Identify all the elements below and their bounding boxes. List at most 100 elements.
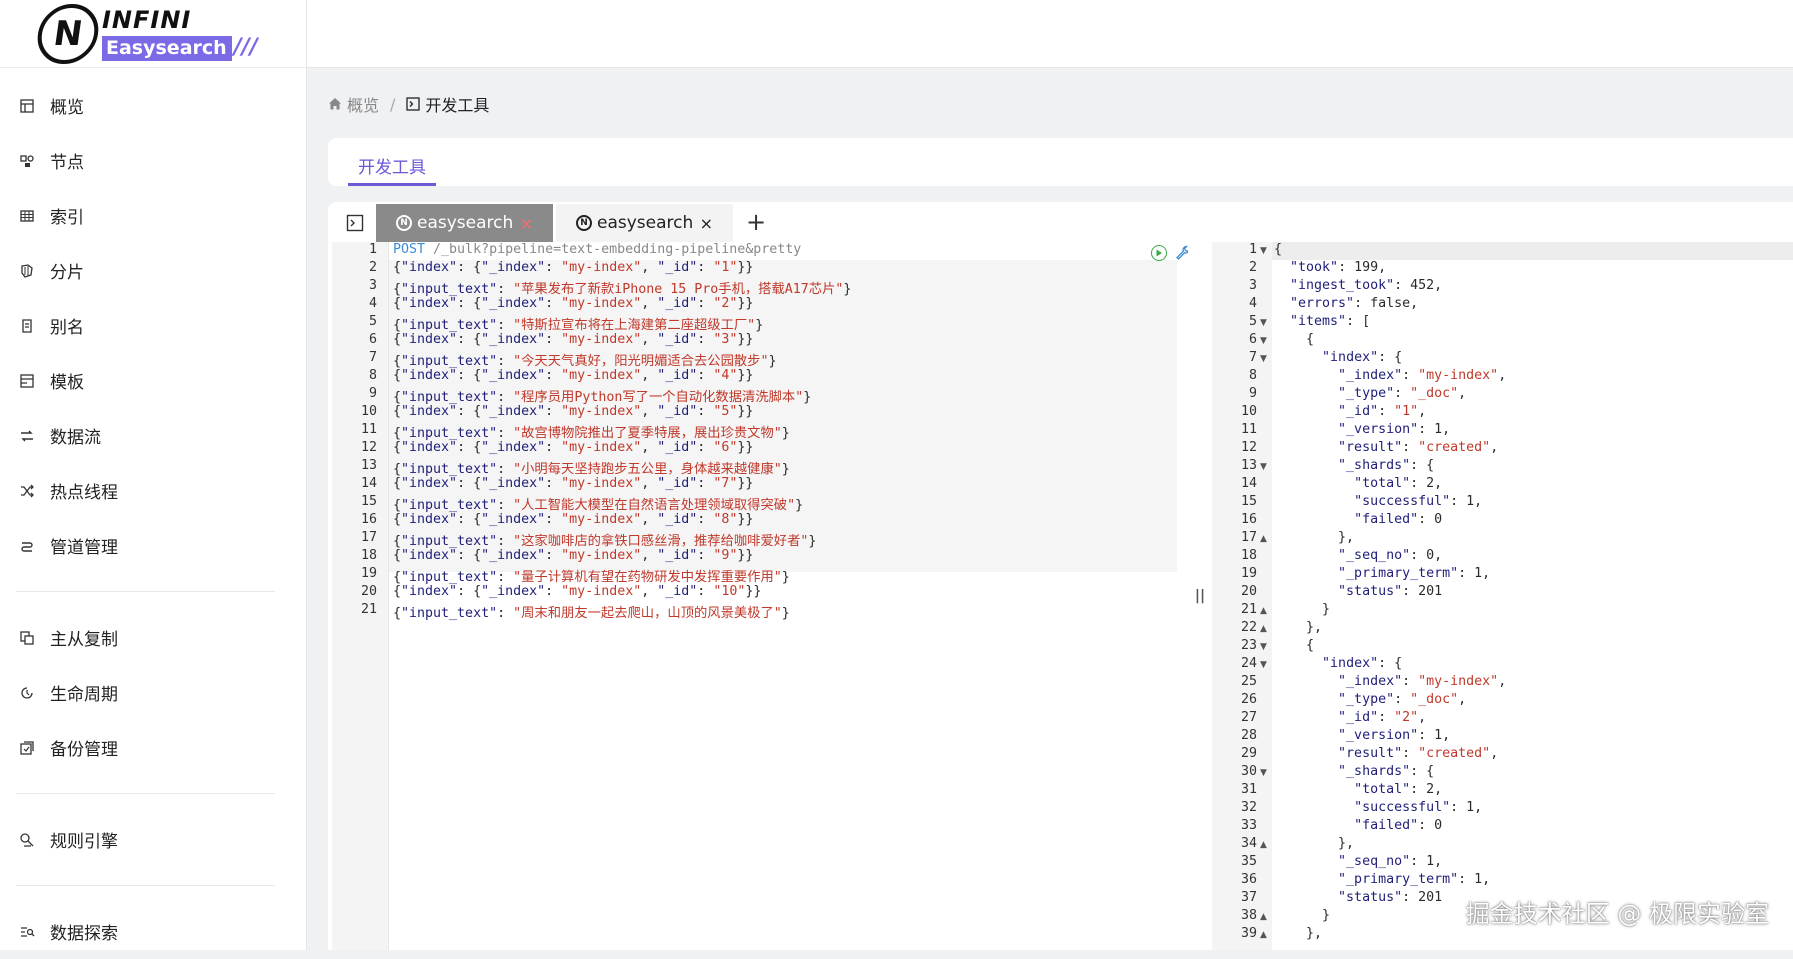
response-line: "total": 2, [1274, 476, 1442, 494]
sidebar-item-table[interactable]: 索引 [0, 188, 306, 243]
response-line: "_index": "my-index", [1274, 674, 1506, 692]
request-line[interactable]: {"input_text": "小明每天坚持跑步五公里，身体越来越健康"} [393, 458, 790, 476]
fold-collapse-icon[interactable]: ▼ [1260, 458, 1267, 476]
request-editor[interactable]: 123456789101112131415161718192021 POST /… [332, 242, 1187, 950]
editor-tab-active[interactable]: N easysearch × [376, 204, 553, 242]
request-line[interactable]: {"input_text": "故宫博物院推出了夏季特展，展出珍贵文物"} [393, 422, 790, 440]
request-line[interactable]: {"index": {"_index": "my-index", "_id": … [393, 332, 753, 350]
lifecycle-icon [18, 684, 36, 702]
line-number: 5 [332, 314, 377, 332]
request-line[interactable]: {"input_text": "今天天气真好，阳光明媚适合去公园散步"} [393, 350, 777, 368]
sidebar-item-lifecycle[interactable]: 生命周期 [0, 665, 306, 720]
fold-collapse-icon[interactable]: ▼ [1260, 638, 1267, 656]
response-line: "_id": "1", [1274, 404, 1426, 422]
brand-mark-icon: N [34, 4, 102, 64]
response-line: "successful": 1, [1274, 800, 1482, 818]
line-number: 6 [1212, 332, 1257, 350]
home-icon [328, 97, 342, 111]
request-line[interactable]: POST /_bulk?pipeline=text-embedding-pipe… [393, 242, 801, 260]
sidebar-item-label: 数据流 [50, 423, 101, 448]
response-line: { [1274, 242, 1282, 260]
fold-expand-icon[interactable]: ▲ [1260, 602, 1267, 620]
response-line: "_shards": { [1274, 458, 1434, 476]
add-tab-button[interactable]: + [746, 208, 766, 236]
request-line[interactable]: {"input_text": "这家咖啡店的拿铁口感丝滑，推荐给咖啡爱好者"} [393, 530, 816, 548]
response-line: } [1274, 602, 1330, 620]
line-number: 37 [1212, 890, 1257, 908]
request-line[interactable]: {"input_text": "人工智能大模型在自然语言处理领域取得突破"} [393, 494, 803, 512]
request-line[interactable]: {"input_text": "量子计算机有望在药物研发中发挥重要作用"} [393, 566, 790, 584]
fold-collapse-icon[interactable]: ▼ [1260, 764, 1267, 782]
sidebar-item-replication[interactable]: 主从复制 [0, 610, 306, 665]
response-line: }, [1274, 620, 1322, 638]
response-line: "errors": false, [1274, 296, 1418, 314]
request-line[interactable]: {"index": {"_index": "my-index", "_id": … [393, 368, 753, 386]
sidebar-item-data-stream[interactable]: 数据流 [0, 408, 306, 463]
line-number: 2 [332, 260, 377, 278]
request-line[interactable]: {"index": {"_index": "my-index", "_id": … [393, 476, 753, 494]
sidebar-item-dashboard[interactable]: 概览 [0, 78, 306, 133]
top-bar [307, 0, 1793, 68]
request-line[interactable]: {"index": {"_index": "my-index", "_id": … [393, 584, 761, 602]
run-request-icon[interactable] [1151, 245, 1167, 261]
sidebar-item-label: 生命周期 [50, 680, 118, 705]
sidebar-item-shards[interactable]: 分片 [0, 243, 306, 298]
request-line[interactable]: {"input_text": "程序员用Python写了一个自动化数据清洗脚本"… [393, 386, 811, 404]
sidebar: N INFINI Easysearch/// 概览节点索引分片别名模板数据流热点… [0, 0, 307, 950]
request-line[interactable]: {"index": {"_index": "my-index", "_id": … [393, 440, 753, 458]
watermark: 掘金技术社区 @ 极限实验室 [1466, 894, 1769, 929]
fold-expand-icon[interactable]: ▲ [1260, 926, 1267, 944]
sidebar-item-nodes[interactable]: 节点 [0, 133, 306, 188]
request-line[interactable]: {"index": {"_index": "my-index", "_id": … [393, 260, 753, 278]
request-line[interactable]: {"index": {"_index": "my-index", "_id": … [393, 548, 753, 566]
response-line: "_primary_term": 1, [1274, 872, 1490, 890]
sidebar-item-template[interactable]: 模板 [0, 353, 306, 408]
response-viewer[interactable]: 1▼2345▼6▼7▼8910111213▼14151617▲18192021▲… [1212, 242, 1793, 950]
pipeline-icon [18, 537, 36, 555]
fold-collapse-icon[interactable]: ▼ [1260, 314, 1267, 332]
brand-logo[interactable]: N INFINI Easysearch/// [0, 0, 306, 68]
console-editor: N easysearch × N easysearch × + 12345678… [328, 202, 1793, 950]
fold-collapse-icon[interactable]: ▼ [1260, 656, 1267, 674]
sidebar-nav-rules-group: 规则引擎 [0, 812, 306, 867]
request-line[interactable]: {"index": {"_index": "my-index", "_id": … [393, 296, 753, 314]
response-line: "items": [ [1274, 314, 1370, 332]
tab-dev-tools[interactable]: 开发工具 [348, 153, 436, 186]
sidebar-item-rule-engine[interactable]: 规则引擎 [0, 812, 306, 867]
request-line[interactable]: {"input_text": "周末和朋友一起去爬山，山顶的风景美极了"} [393, 602, 790, 620]
sidebar-item-label: 主从复制 [50, 625, 118, 650]
fold-collapse-icon[interactable]: ▼ [1260, 332, 1267, 350]
request-line[interactable]: {"index": {"_index": "my-index", "_id": … [393, 512, 753, 530]
fold-expand-icon[interactable]: ▲ [1260, 530, 1267, 548]
sidebar-item-data-explore[interactable]: 数据探索 [0, 904, 306, 959]
backup-icon [18, 739, 36, 757]
line-number: 32 [1212, 800, 1257, 818]
drag-handle-icon: || [1195, 588, 1205, 604]
data-explore-icon [18, 923, 36, 941]
request-line-gutter: 123456789101112131415161718192021 [332, 242, 389, 950]
request-line[interactable]: {"input_text": "苹果发布了新款iPhone 15 Pro手机，搭… [393, 278, 851, 296]
sidebar-item-shuffle[interactable]: 热点线程 [0, 463, 306, 518]
sidebar-item-pipeline[interactable]: 管道管理 [0, 518, 306, 573]
breadcrumb-home-link[interactable]: 概览 [347, 92, 379, 116]
close-icon[interactable]: × [700, 214, 713, 233]
editor-tab[interactable]: N easysearch × [556, 204, 733, 242]
sidebar-item-alias[interactable]: 别名 [0, 298, 306, 353]
pane-splitter[interactable]: || [1188, 242, 1212, 950]
sidebar-item-label: 数据探索 [50, 919, 118, 944]
request-code[interactable]: POST /_bulk?pipeline=text-embedding-pipe… [389, 242, 1187, 950]
sidebar-nav-replication-group: 主从复制生命周期备份管理 [0, 610, 306, 775]
request-line[interactable]: {"input_text": "特斯拉宣布将在上海建第二座超级工厂"} [393, 314, 763, 332]
fold-collapse-icon[interactable]: ▼ [1260, 242, 1267, 260]
sidebar-item-backup[interactable]: 备份管理 [0, 720, 306, 775]
request-line[interactable]: {"index": {"_index": "my-index", "_id": … [393, 404, 753, 422]
fold-expand-icon[interactable]: ▲ [1260, 908, 1267, 926]
line-number: 1 [332, 242, 377, 260]
fold-expand-icon[interactable]: ▲ [1260, 836, 1267, 854]
response-code[interactable]: { "took": 199, "ingest_took": 452, "erro… [1272, 242, 1793, 950]
console-toggle-icon[interactable] [346, 214, 364, 232]
close-icon[interactable]: × [520, 214, 533, 233]
fold-expand-icon[interactable]: ▲ [1260, 620, 1267, 638]
dashboard-icon [18, 97, 36, 115]
fold-collapse-icon[interactable]: ▼ [1260, 350, 1267, 368]
